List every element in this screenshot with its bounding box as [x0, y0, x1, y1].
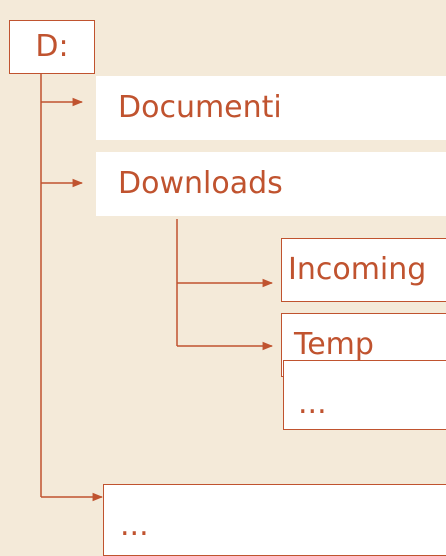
root-node-label: D:	[35, 29, 69, 64]
folder-node-incoming: Incoming	[281, 238, 446, 302]
folder-tree-diagram: D: Documenti Downloads Incoming Temp ...…	[0, 0, 446, 556]
folder-node-incoming-label: Incoming	[288, 252, 427, 287]
folder-node-temp-label: Temp	[294, 327, 374, 362]
folder-node-documenti-label: Documenti	[118, 90, 282, 125]
folder-node-downloads: Downloads	[96, 152, 446, 216]
folder-node-downloads-label: Downloads	[118, 166, 283, 201]
folder-node-downloads-ellipsis: ...	[283, 360, 446, 430]
folder-node-downloads-ellipsis-label: ...	[298, 386, 327, 421]
root-node: D:	[9, 20, 95, 74]
folder-node-root-ellipsis: ...	[103, 484, 446, 556]
folder-node-documenti: Documenti	[96, 76, 446, 140]
folder-node-root-ellipsis-label: ...	[120, 508, 149, 543]
